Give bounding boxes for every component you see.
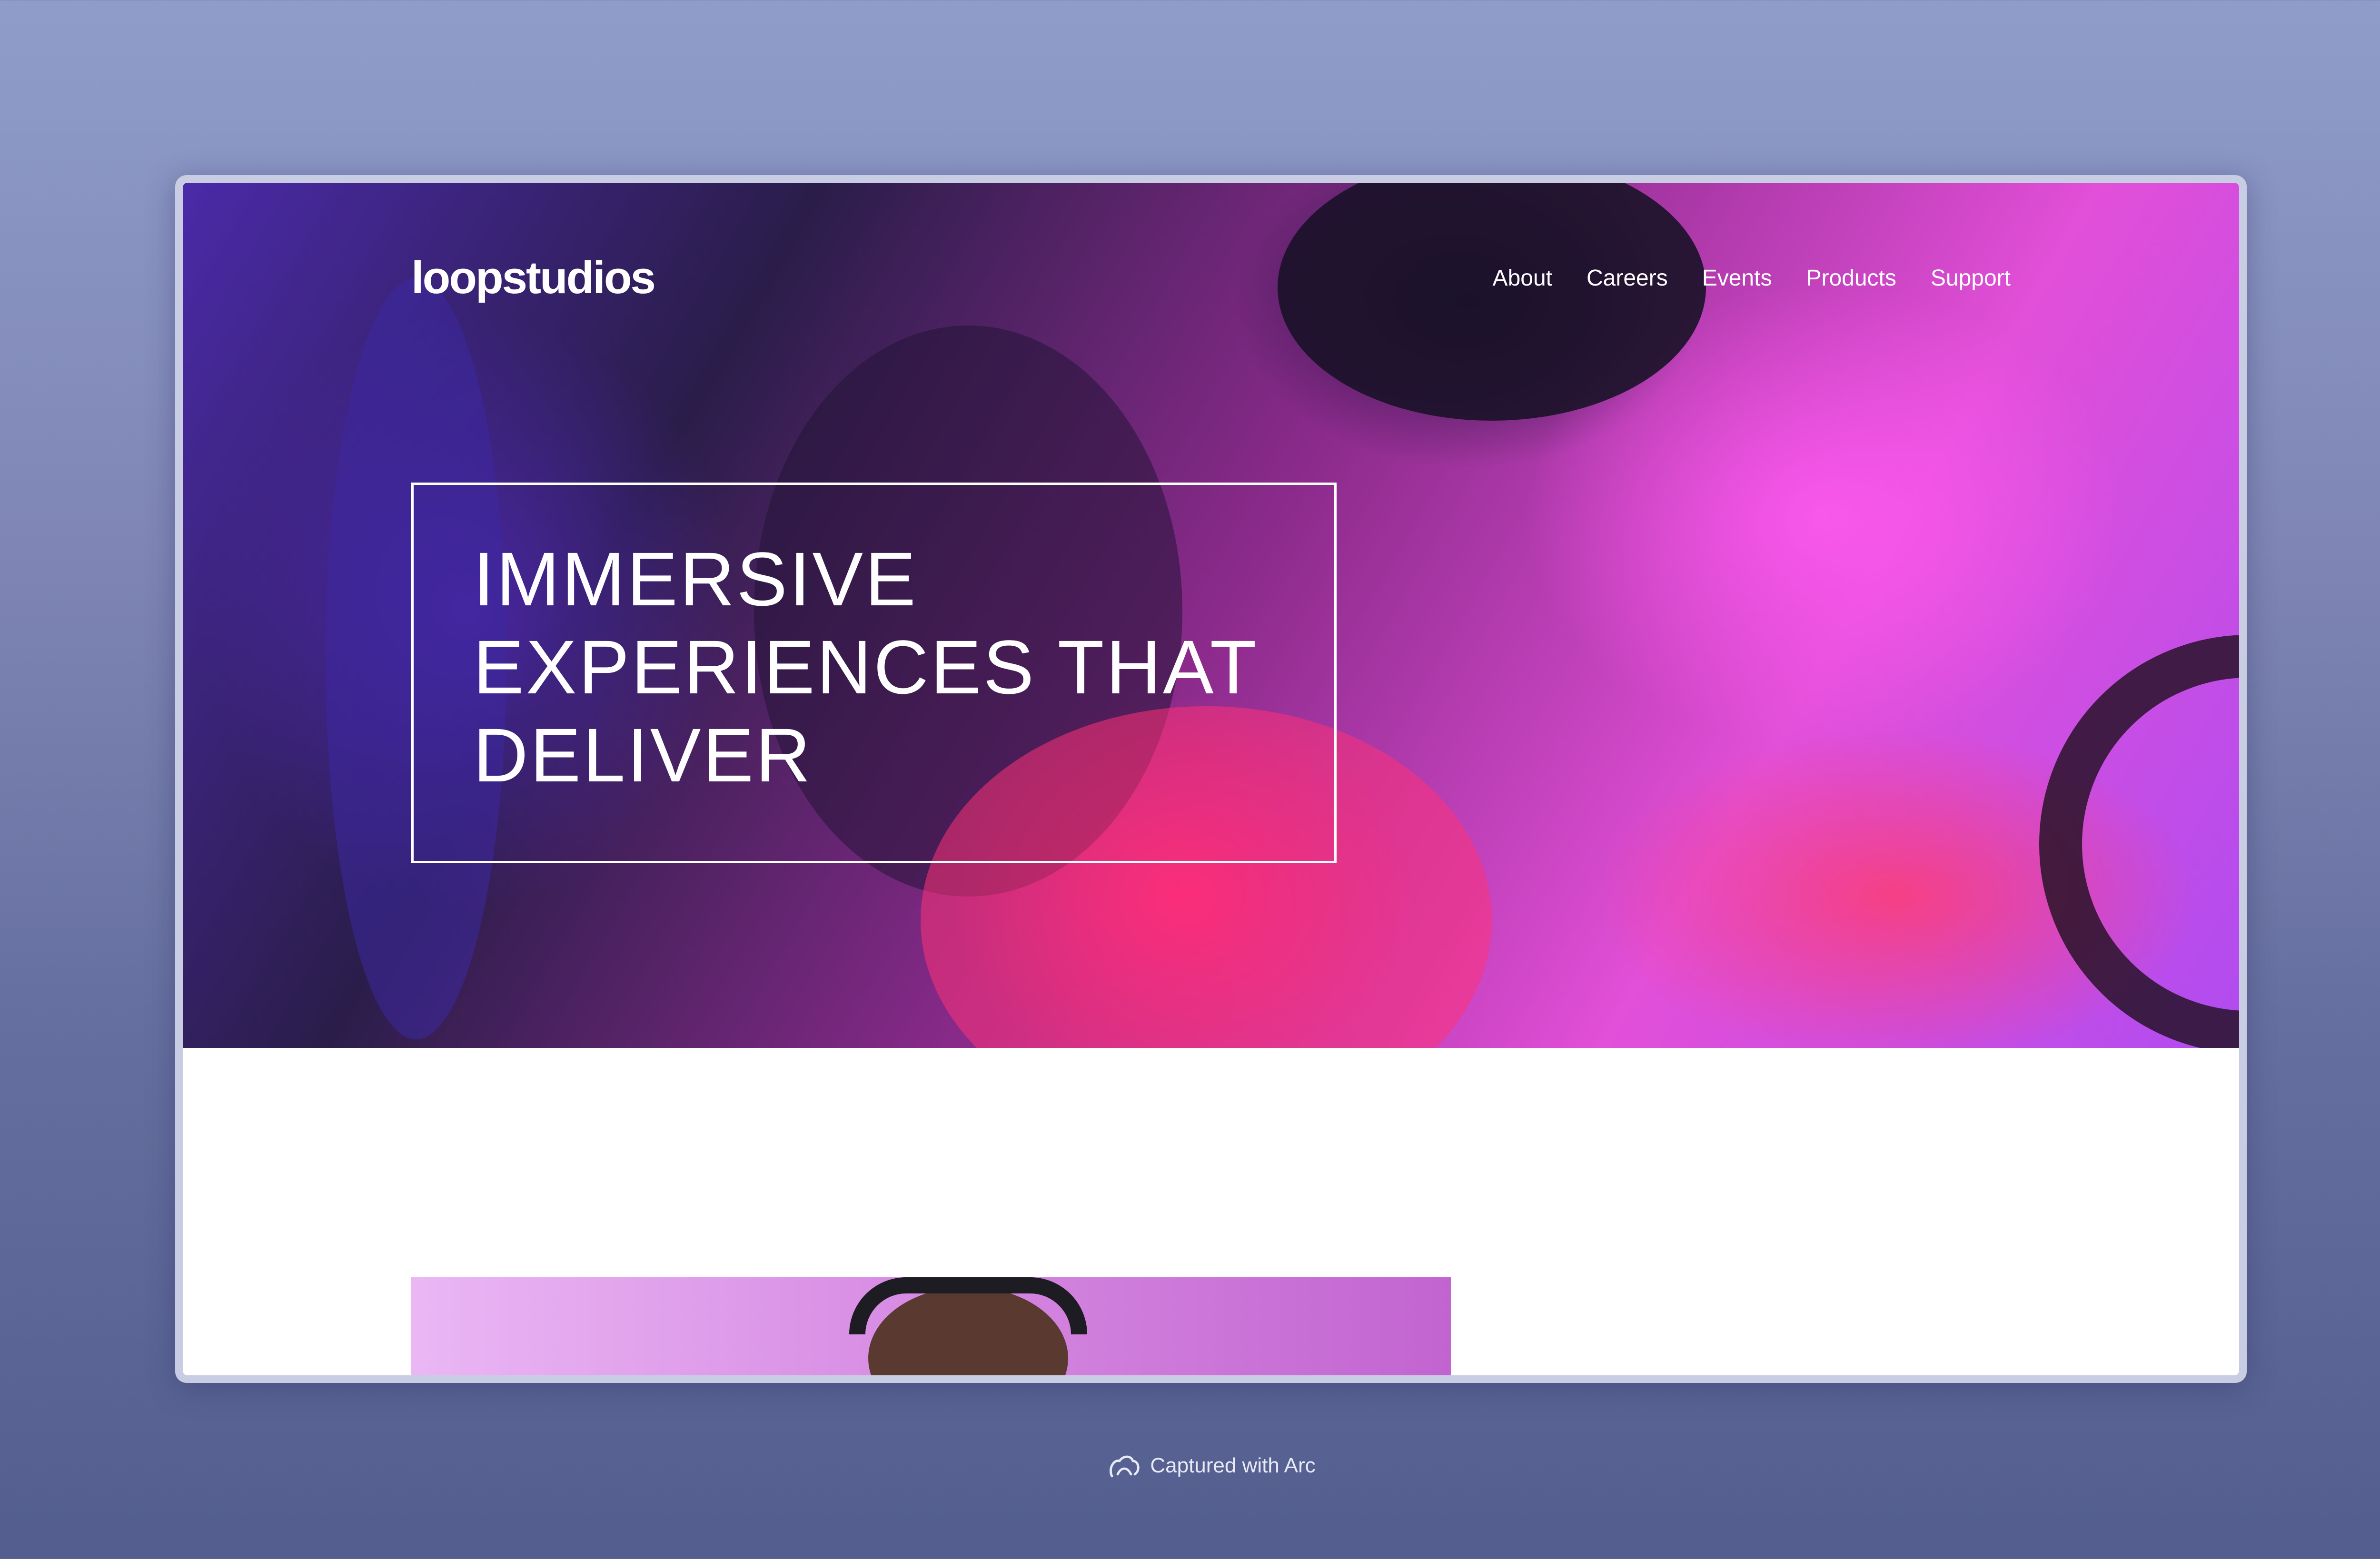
hero-section: loopstudios About Careers Events Product…: [183, 183, 2239, 1048]
nav-link-events[interactable]: Events: [1702, 265, 1772, 291]
nav-link-support[interactable]: Support: [1931, 265, 2011, 291]
interactive-vr-image: [411, 1277, 1451, 1375]
arc-logo-icon: [1110, 1455, 1140, 1478]
site-logo[interactable]: loopstudios: [411, 252, 656, 304]
site-header: loopstudios About Careers Events Product…: [411, 240, 2011, 316]
hero-headline: IMMERSIVE EXPERIENCES THAT DELIVER: [473, 536, 1259, 798]
page-viewport[interactable]: loopstudios About Careers Events Product…: [183, 183, 2239, 1375]
captured-label: Captured with Arc: [1150, 1454, 1316, 1477]
captured-with-arc: Captured with Arc: [0, 1451, 2380, 1480]
vr-headset-strap: [849, 1277, 1087, 1334]
nav-link-careers[interactable]: Careers: [1587, 265, 1668, 291]
nav-link-products[interactable]: Products: [1806, 265, 1896, 291]
nav-link-about[interactable]: About: [1493, 265, 1552, 291]
browser-window: loopstudios About Careers Events Product…: [175, 175, 2247, 1383]
hero-headline-box: IMMERSIVE EXPERIENCES THAT DELIVER: [411, 483, 1337, 863]
main-nav: About Careers Events Products Support: [1493, 265, 2011, 291]
steering-wheel-shape: [2039, 635, 2239, 1048]
